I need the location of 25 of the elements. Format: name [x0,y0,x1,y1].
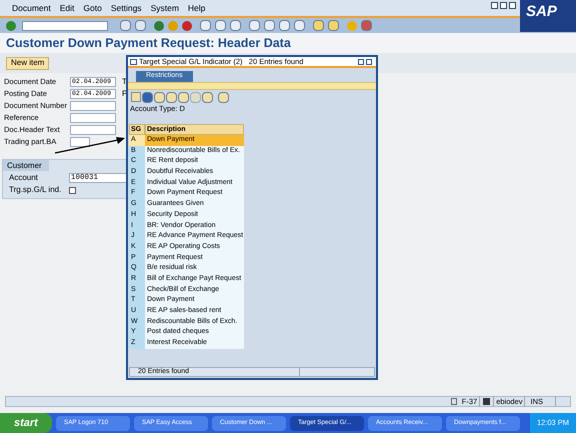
page-title: Customer Down Payment Request: Header Data [0,33,576,53]
menu-item[interactable]: Document [12,2,51,16]
close-icon[interactable] [366,58,372,64]
maximize-icon[interactable] [500,2,507,9]
input-field[interactable] [70,101,116,111]
menu-item[interactable]: Goto [83,2,102,16]
input-field[interactable] [70,113,116,123]
start-button[interactable]: start [0,413,52,433]
menu-item[interactable]: Edit [60,2,74,16]
logo: SAP [520,0,576,32]
input-field[interactable] [70,125,116,135]
menu-item[interactable]: Settings [110,2,142,16]
input-field[interactable] [70,137,90,147]
close-icon[interactable] [509,2,516,9]
field-label: Account [9,172,39,184]
field-label: T [122,76,127,88]
value-help-icon[interactable] [69,186,76,194]
menu-item[interactable]: Help [188,2,206,16]
minimize-icon[interactable] [491,2,498,9]
group-title: Customer [3,160,49,171]
new-item-button[interactable]: New item [6,56,50,70]
command-field[interactable] [22,20,108,30]
menu-item[interactable]: System [150,2,179,16]
minimize-icon[interactable] [358,58,364,64]
field-label: Trg.sp.G/L ind. [9,184,62,196]
